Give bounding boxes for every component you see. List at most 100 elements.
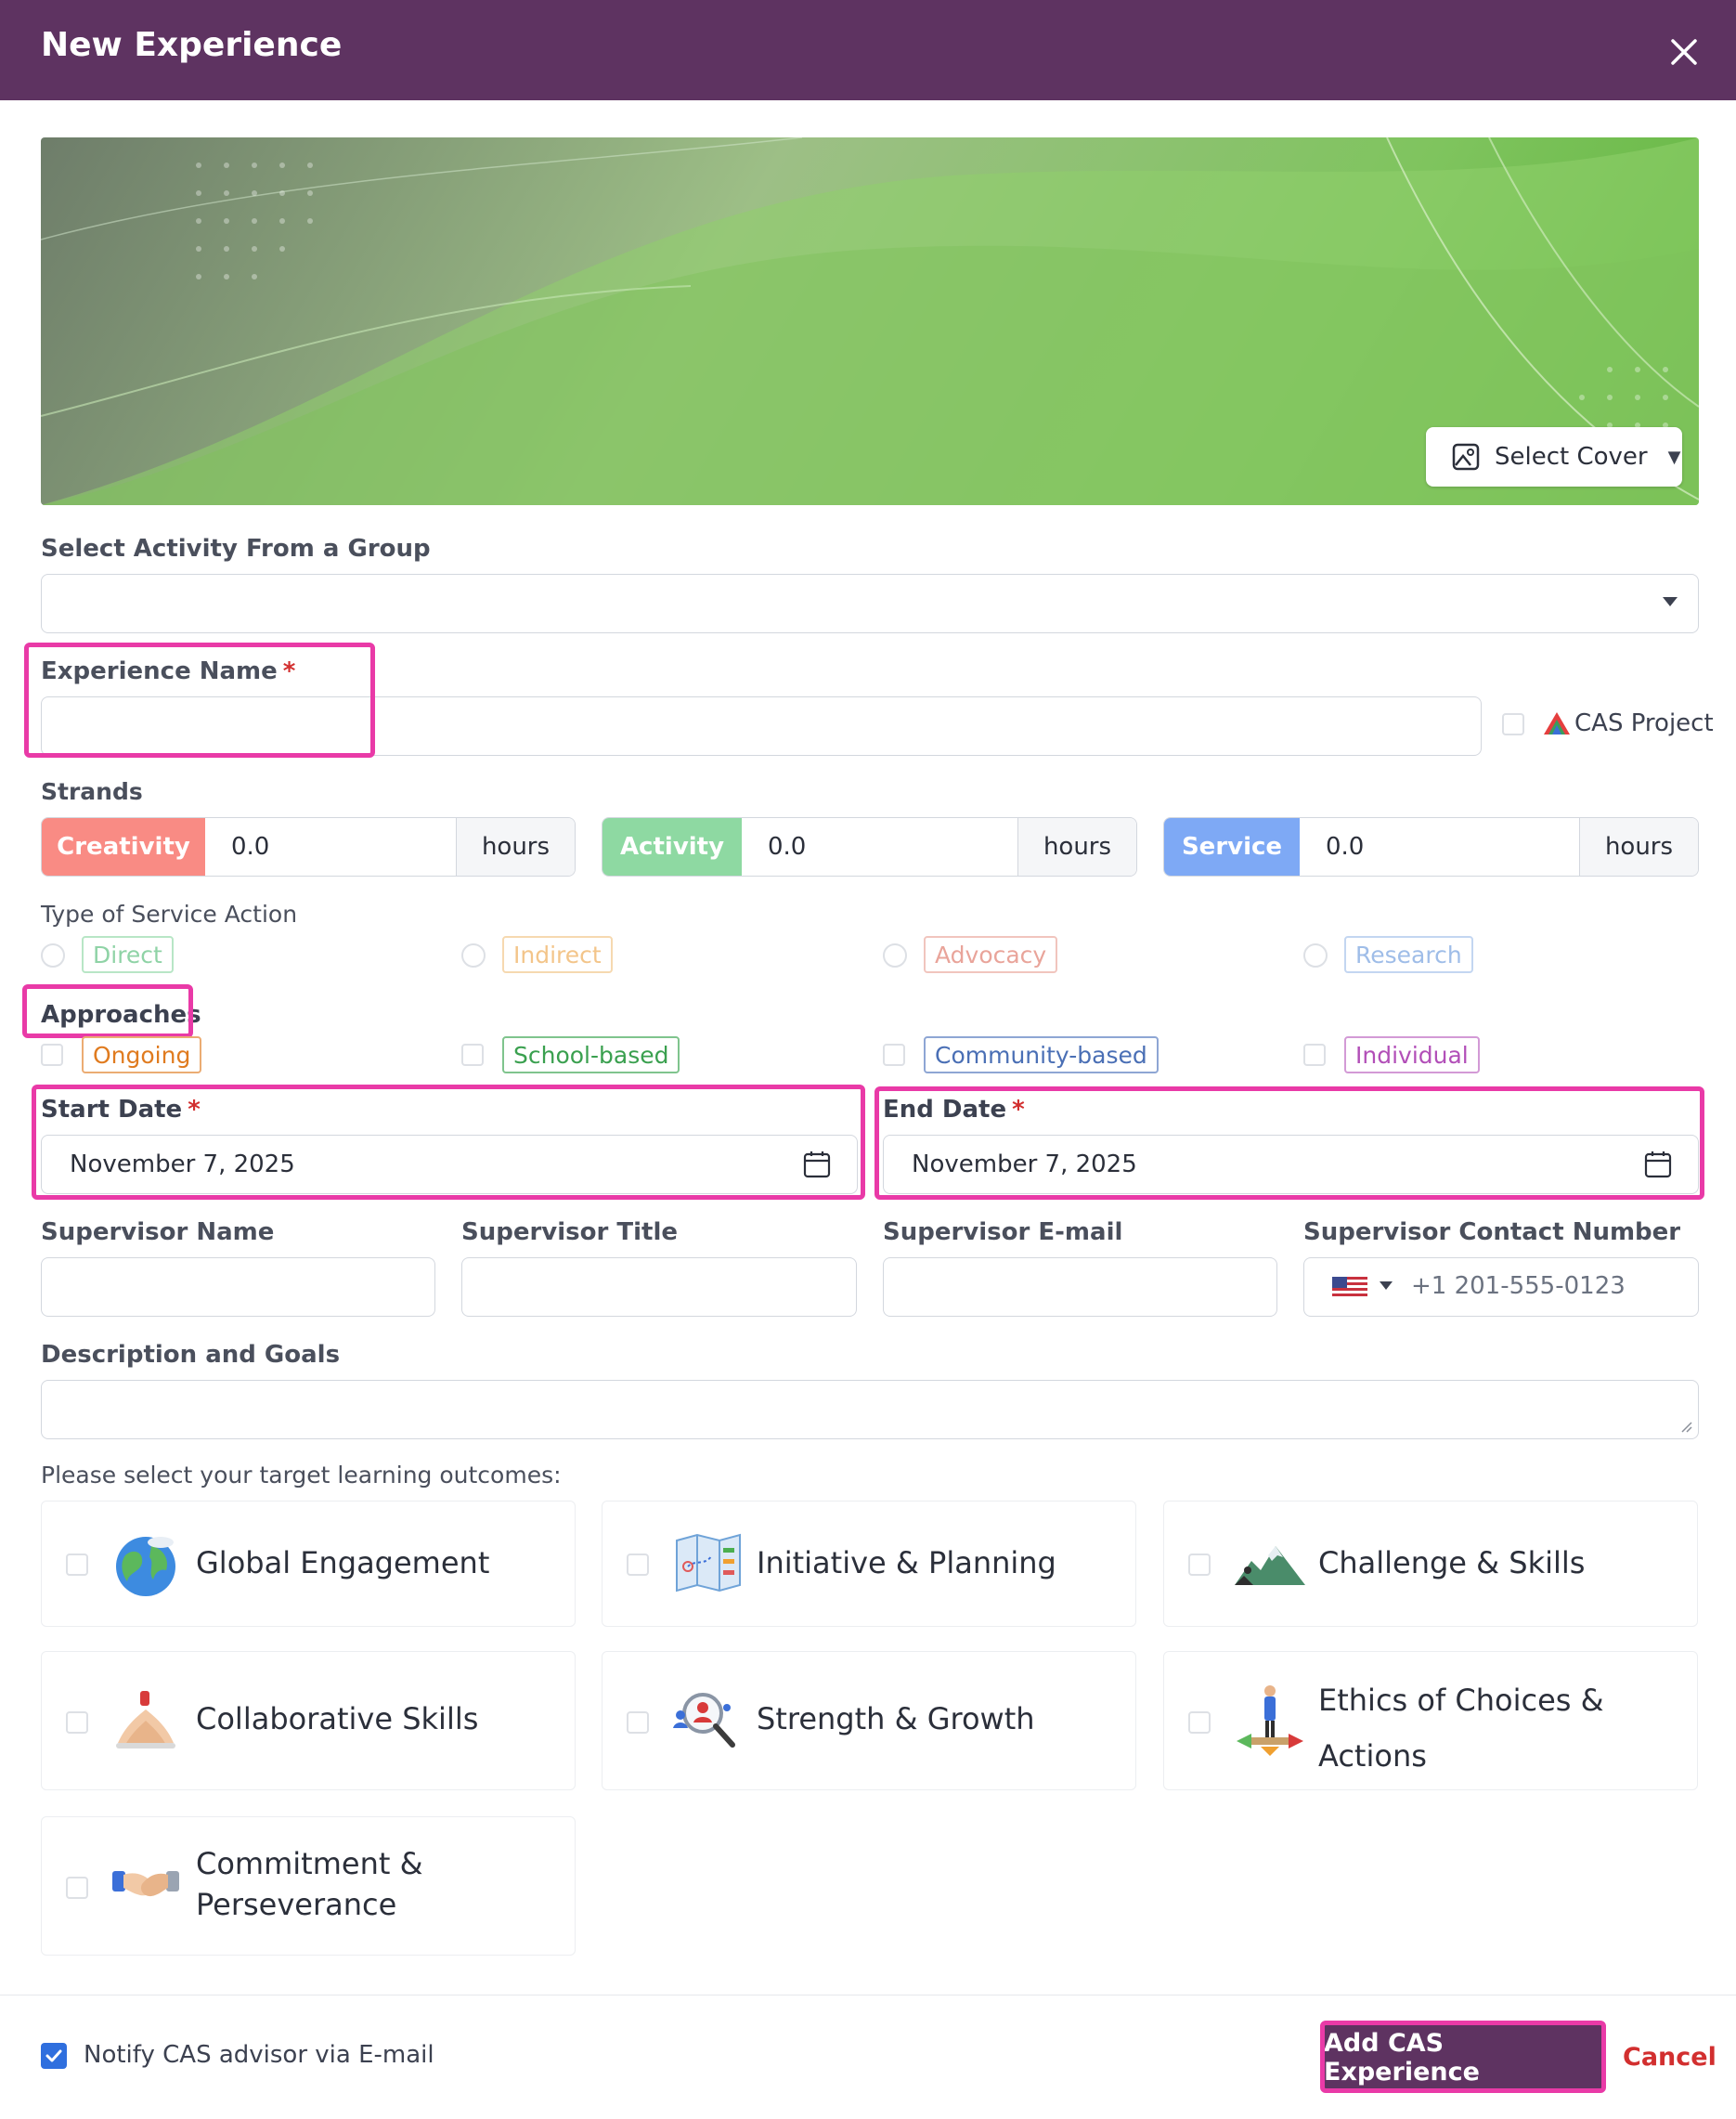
strand-hours-input[interactable]: 0.0 — [742, 818, 1017, 876]
cas-logo-icon — [1544, 712, 1570, 734]
outcome-card-commitment-perseverance[interactable]: Commitment & Perseverance — [41, 1816, 576, 1956]
hands-stack-icon — [116, 1691, 175, 1748]
radio-research[interactable] — [1303, 943, 1328, 968]
notify-checkbox[interactable] — [41, 2043, 67, 2069]
supervisor-name-input[interactable] — [41, 1257, 435, 1317]
strand-unit: hours — [1579, 818, 1698, 876]
outcome-label: Strength & Growth — [757, 1701, 1035, 1736]
approaches-label: Approaches — [41, 1001, 201, 1029]
service-research[interactable]: Research — [1344, 936, 1473, 973]
radio-direct[interactable] — [41, 943, 65, 968]
start-date-input[interactable]: November 7, 2025 — [41, 1135, 858, 1194]
image-icon — [1452, 443, 1480, 471]
description-textarea[interactable] — [41, 1380, 1699, 1439]
strand-hours-input[interactable]: 0.0 — [205, 818, 456, 876]
outcome-checkbox[interactable] — [1188, 1554, 1211, 1576]
group-select[interactable] — [41, 574, 1699, 633]
radio-indirect[interactable] — [461, 943, 486, 968]
supervisor-email-input[interactable] — [883, 1257, 1277, 1317]
cancel-button[interactable]: Cancel — [1623, 2043, 1717, 2072]
strand-service: Service 0.0 hours — [1163, 817, 1699, 877]
supervisor-title-label: Supervisor Title — [461, 1218, 678, 1246]
outcome-checkbox[interactable] — [66, 1877, 88, 1899]
radio-advocacy[interactable] — [883, 943, 907, 968]
end-date-value: November 7, 2025 — [912, 1150, 1137, 1178]
strands-label: Strands — [41, 778, 143, 805]
outcome-card-strength-growth[interactable]: Strength & Growth — [602, 1651, 1136, 1790]
end-date-label: End Date * — [883, 1096, 1025, 1124]
strand-unit: hours — [456, 818, 575, 876]
approach-ongoing[interactable]: Ongoing — [82, 1036, 202, 1073]
service-indirect[interactable]: Indirect — [502, 936, 613, 973]
calendar-icon[interactable] — [803, 1150, 831, 1178]
outcome-card-initiative-planning[interactable]: Initiative & Planning — [602, 1501, 1136, 1627]
strand-tag: Creativity — [42, 818, 205, 876]
outcome-label: Global Engagement — [196, 1545, 490, 1580]
supervisor-title-input[interactable] — [461, 1257, 857, 1317]
start-date-label: Start Date * — [41, 1096, 201, 1124]
check-icon — [45, 2049, 62, 2062]
add-cas-experience-button[interactable]: Add CAS Experience — [1324, 2024, 1602, 2091]
outcome-checkbox[interactable] — [1188, 1711, 1211, 1734]
select-cover-button[interactable]: Select Cover ▼ — [1426, 427, 1682, 487]
outcomes-label: Please select your target learning outco… — [41, 1462, 562, 1488]
footer-divider — [0, 1995, 1736, 1996]
outcome-label-line2: Perseverance — [196, 1887, 397, 1922]
experience-name-input[interactable] — [41, 696, 1482, 756]
supervisor-email-label: Supervisor E-mail — [883, 1218, 1123, 1246]
service-direct[interactable]: Direct — [82, 936, 174, 973]
outcome-checkbox[interactable] — [66, 1711, 88, 1734]
strand-activity: Activity 0.0 hours — [602, 817, 1137, 877]
outcome-label-line1: Ethics of Choices & — [1318, 1683, 1604, 1718]
outcome-checkbox[interactable] — [627, 1554, 649, 1576]
service-action-label: Type of Service Action — [41, 901, 298, 928]
outcome-card-challenge-skills[interactable]: Challenge & Skills — [1163, 1501, 1698, 1627]
mountain-icon — [1235, 1546, 1305, 1585]
strand-creativity: Creativity 0.0 hours — [41, 817, 576, 877]
outcome-label-line2: Actions — [1318, 1738, 1427, 1774]
country-caret-icon[interactable] — [1380, 1281, 1393, 1290]
approach-individual-checkbox[interactable] — [1303, 1044, 1326, 1066]
start-date-value: November 7, 2025 — [70, 1150, 295, 1178]
end-date-input[interactable]: November 7, 2025 — [883, 1135, 1699, 1194]
outcome-card-ethics-choices[interactable]: Ethics of Choices & Actions — [1163, 1651, 1698, 1790]
strand-unit: hours — [1017, 818, 1136, 876]
resize-grip-icon[interactable] — [1679, 1420, 1692, 1433]
outcome-checkbox[interactable] — [627, 1711, 649, 1734]
description-label: Description and Goals — [41, 1341, 341, 1369]
close-icon[interactable] — [1664, 32, 1704, 72]
contact-placeholder: +1 201-555-0123 — [1411, 1272, 1626, 1300]
outcome-card-global-engagement[interactable]: Global Engagement — [41, 1501, 576, 1627]
notify-label: Notify CAS advisor via E-mail — [84, 2041, 434, 2069]
strand-tag: Activity — [602, 818, 742, 876]
globe-icon — [116, 1537, 175, 1596]
outcome-label: Challenge & Skills — [1318, 1545, 1586, 1580]
outcome-label-line1: Commitment & — [196, 1846, 423, 1881]
map-icon — [676, 1533, 741, 1592]
approach-community-based-checkbox[interactable] — [883, 1044, 905, 1066]
strand-tag: Service — [1164, 818, 1300, 876]
approach-school-based[interactable]: School-based — [502, 1036, 680, 1073]
caret-down-icon — [1663, 597, 1678, 606]
approach-school-based-checkbox[interactable] — [461, 1044, 484, 1066]
calendar-icon[interactable] — [1644, 1150, 1672, 1178]
outcome-card-collaborative-skills[interactable]: Collaborative Skills — [41, 1651, 576, 1790]
modal-title: New Experience — [41, 26, 343, 64]
supervisor-contact-label: Supervisor Contact Number — [1303, 1218, 1681, 1246]
cas-project-checkbox[interactable] — [1502, 713, 1524, 735]
service-advocacy[interactable]: Advocacy — [924, 936, 1058, 973]
us-flag-icon[interactable] — [1332, 1277, 1367, 1297]
caret-down-icon: ▼ — [1667, 447, 1681, 467]
outcome-label: Initiative & Planning — [757, 1545, 1056, 1580]
approach-community-based[interactable]: Community-based — [924, 1036, 1159, 1073]
outcome-checkbox[interactable] — [66, 1554, 88, 1576]
outcome-label: Collaborative Skills — [196, 1701, 479, 1736]
experience-name-label: Experience Name * — [41, 657, 296, 685]
group-label: Select Activity From a Group — [41, 535, 431, 563]
modal-header: New Experience — [0, 0, 1736, 100]
approach-ongoing-checkbox[interactable] — [41, 1044, 63, 1066]
select-cover-label: Select Cover — [1495, 443, 1648, 471]
approach-individual[interactable]: Individual — [1344, 1036, 1480, 1073]
strand-hours-input[interactable]: 0.0 — [1300, 818, 1579, 876]
crossroads-person-icon — [1237, 1685, 1303, 1756]
